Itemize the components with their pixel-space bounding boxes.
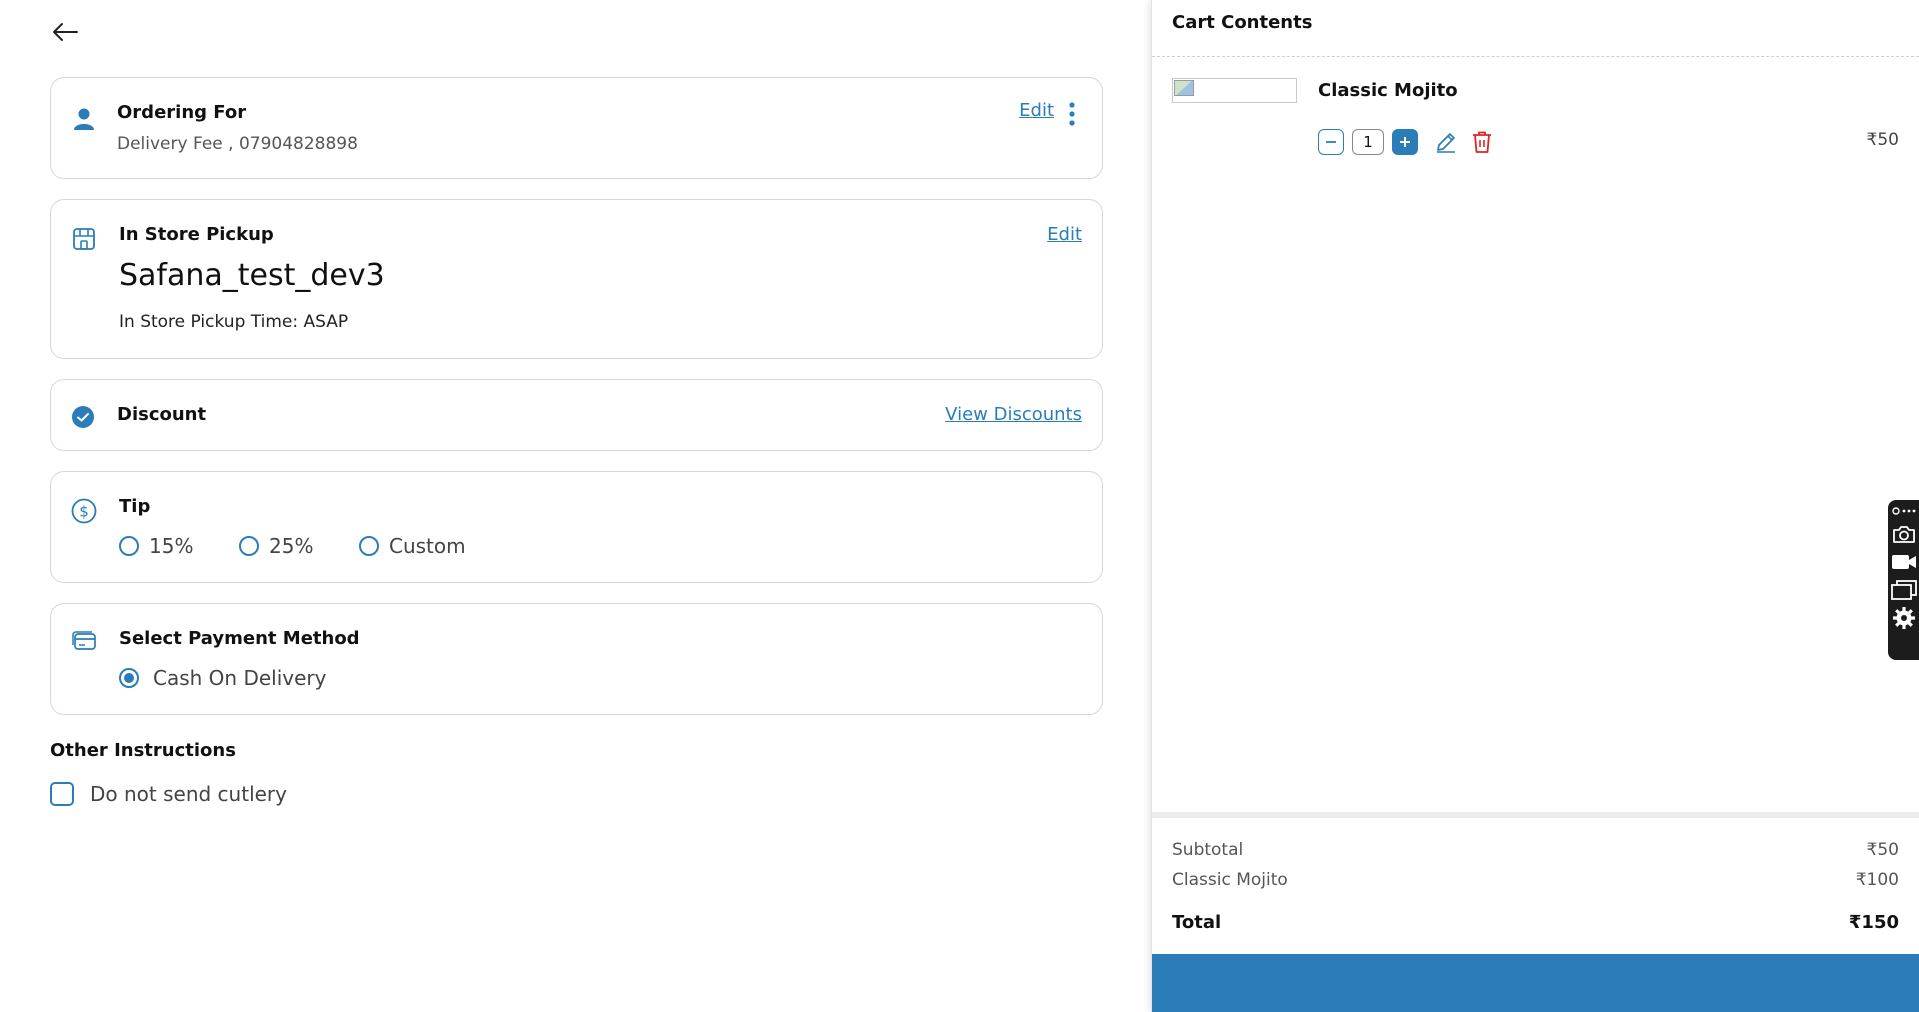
payment-option-cod[interactable]: Cash On Delivery xyxy=(119,666,326,690)
ordering-for-title: Ordering For xyxy=(117,102,247,123)
radio-button[interactable] xyxy=(239,536,259,556)
back-button[interactable] xyxy=(50,20,80,44)
cart-panel: Cart Contents Classic Mojito 1 ₹50 Subto… xyxy=(1151,0,1919,1012)
window-icon xyxy=(1890,580,1917,600)
line-item-label: Classic Mojito xyxy=(1172,870,1288,890)
tip-option-label: Custom xyxy=(389,534,466,558)
dollar-circle-icon: $ xyxy=(71,498,97,524)
total-label: Total xyxy=(1172,912,1222,933)
svg-text:$: $ xyxy=(79,503,89,521)
other-instructions-title: Other Instructions xyxy=(50,740,236,761)
ordering-for-subtitle: Delivery Fee , 07904828898 xyxy=(117,134,358,154)
quantity-stepper: 1 xyxy=(1318,128,1496,156)
tip-card: $ Tip 15% 25% Custom xyxy=(50,471,1103,583)
gear-icon xyxy=(1892,607,1915,629)
cart-title: Cart Contents xyxy=(1172,12,1313,33)
discount-title: Discount xyxy=(117,404,207,425)
tip-option-label: 15% xyxy=(149,534,194,558)
tip-option-custom[interactable]: Custom xyxy=(359,534,466,558)
radio-button[interactable] xyxy=(119,536,139,556)
floating-toolbar xyxy=(1888,500,1919,660)
ordering-edit-link[interactable]: Edit xyxy=(1019,100,1054,121)
payment-method-card: Select Payment Method Cash On Delivery xyxy=(50,603,1103,715)
subtotal-label: Subtotal xyxy=(1172,840,1244,860)
more-horizontal-icon xyxy=(1891,507,1915,515)
tip-option-label: 25% xyxy=(269,534,314,558)
decrease-quantity-button[interactable] xyxy=(1318,129,1344,155)
line-item-value: ₹100 xyxy=(1855,870,1899,890)
item-price: ₹50 xyxy=(1866,130,1899,150)
view-discounts-link[interactable]: View Discounts xyxy=(945,404,1082,425)
subtotal-value: ₹50 xyxy=(1866,840,1899,860)
store-icon xyxy=(73,228,95,250)
tip-option-15[interactable]: 15% xyxy=(119,534,193,558)
check-circle-icon xyxy=(72,406,94,428)
radio-button-selected[interactable] xyxy=(119,668,139,688)
cutlery-label: Do not send cutlery xyxy=(90,782,287,806)
tip-option-25[interactable]: 25% xyxy=(239,534,313,558)
pickup-title: In Store Pickup xyxy=(119,224,274,245)
subtotal-row: Subtotal ₹50 xyxy=(1172,840,1899,860)
trash-icon xyxy=(1473,131,1491,153)
payment-title: Select Payment Method xyxy=(119,628,360,649)
more-vertical-icon xyxy=(1069,102,1075,126)
delete-item-button[interactable] xyxy=(1468,128,1496,156)
item-name: Classic Mojito xyxy=(1318,80,1458,101)
pickup-edit-link[interactable]: Edit xyxy=(1047,224,1082,245)
toolbar-settings-button[interactable] xyxy=(1890,604,1918,632)
toolbar-menu-button[interactable] xyxy=(1890,502,1918,520)
cutlery-option[interactable]: Do not send cutlery xyxy=(50,782,287,806)
quantity-value: 1 xyxy=(1352,129,1384,155)
minus-icon xyxy=(1326,141,1336,143)
store-name: Safana_test_dev3 xyxy=(119,258,385,293)
summary-divider xyxy=(1152,812,1919,818)
pickup-time: In Store Pickup Time: ASAP xyxy=(119,312,349,332)
card-icon xyxy=(72,631,96,650)
increase-quantity-button[interactable] xyxy=(1392,129,1418,155)
arrow-left-icon xyxy=(53,23,78,41)
window-capture-button[interactable] xyxy=(1890,576,1918,604)
record-video-button[interactable] xyxy=(1890,548,1918,576)
total-row: Total ₹150 xyxy=(1172,912,1899,933)
edit-item-button[interactable] xyxy=(1432,128,1460,156)
more-menu-button[interactable] xyxy=(1066,100,1078,130)
tip-title: Tip xyxy=(119,496,151,517)
ordering-for-card: Ordering For Delivery Fee , 07904828898 … xyxy=(50,77,1103,179)
cart-divider xyxy=(1152,56,1919,57)
radio-button[interactable] xyxy=(359,536,379,556)
checkout-button[interactable] xyxy=(1152,954,1919,1012)
video-camera-icon xyxy=(1891,555,1916,569)
cutlery-checkbox[interactable] xyxy=(50,782,74,806)
user-icon xyxy=(74,108,94,130)
payment-option-label: Cash On Delivery xyxy=(153,666,327,690)
discount-card: Discount View Discounts xyxy=(50,379,1103,451)
in-store-pickup-card: In Store Pickup Safana_test_dev3 In Stor… xyxy=(50,199,1103,359)
camera-icon xyxy=(1892,526,1915,543)
item-image xyxy=(1172,78,1297,103)
plus-icon xyxy=(1400,137,1410,147)
line-item-row: Classic Mojito ₹100 xyxy=(1172,870,1899,890)
screenshot-button[interactable] xyxy=(1890,520,1918,548)
pencil-icon xyxy=(1437,133,1455,153)
total-value: ₹150 xyxy=(1848,912,1899,933)
